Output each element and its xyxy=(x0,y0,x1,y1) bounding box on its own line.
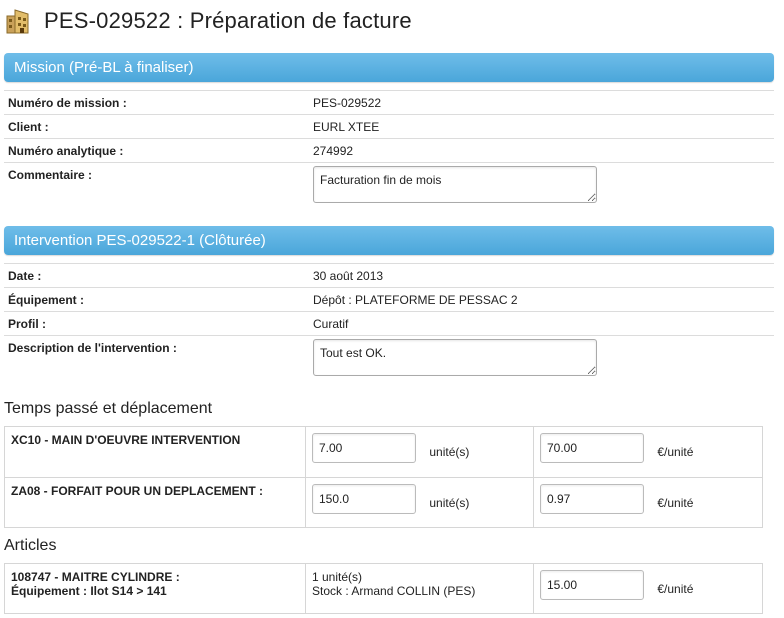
price-input[interactable] xyxy=(540,570,644,600)
mission-details-table: Numéro de mission : PES-029522 Client : … xyxy=(4,90,774,212)
page-header: PES-029522 : Préparation de facture xyxy=(4,4,412,38)
price-unit: €/unité xyxy=(657,445,694,459)
field-value: Dépôt : PLATEFORME DE PESSAC 2 xyxy=(309,287,774,312)
articles-table: 108747 - MAITRE CYLINDRE : Équipement : … xyxy=(4,563,763,614)
table-row: Date : 30 août 2013 xyxy=(4,263,774,288)
item-label: ZA08 - FORFAIT POUR UN DEPLACEMENT : xyxy=(4,477,306,528)
field-label: Date : xyxy=(4,263,309,288)
item-label: XC10 - MAIN D'OEUVRE INTERVENTION xyxy=(4,426,306,478)
field-label: Client : xyxy=(4,114,309,139)
description-textarea[interactable]: Tout est OK. xyxy=(313,339,597,376)
field-value: PES-029522 xyxy=(309,90,774,115)
page-title: PES-029522 : Préparation de facture xyxy=(44,8,412,33)
table-row: Numéro de mission : PES-029522 xyxy=(4,90,774,115)
table-row: Profil : Curatif xyxy=(4,311,774,336)
quantity-input[interactable] xyxy=(312,484,416,514)
price-unit: €/unité xyxy=(657,496,694,510)
table-row: 108747 - MAITRE CYLINDRE : Équipement : … xyxy=(4,563,763,614)
field-label: Description de l'intervention : xyxy=(4,335,309,385)
field-value: Curatif xyxy=(309,311,774,336)
quantity-unit: unité(s) xyxy=(429,496,470,510)
article-equipment: Équipement : Ilot S14 > 141 xyxy=(11,584,167,598)
time-table: XC10 - MAIN D'OEUVRE INTERVENTION unité(… xyxy=(4,426,763,528)
table-row: ZA08 - FORFAIT POUR UN DEPLACEMENT : uni… xyxy=(4,477,763,528)
article-stock: Stock : Armand COLLIN (PES) xyxy=(312,584,476,598)
intervention-details-table: Date : 30 août 2013 Équipement : Dépôt :… xyxy=(4,263,774,385)
article-label: 108747 - MAITRE CYLINDRE : xyxy=(11,570,180,584)
field-label: Commentaire : xyxy=(4,162,309,212)
price-unit: €/unité xyxy=(657,582,694,596)
table-row: Équipement : Dépôt : PLATEFORME DE PESSA… xyxy=(4,287,774,312)
time-section-title: Temps passé et déplacement xyxy=(4,400,213,417)
table-row: Description de l'intervention : Tout est… xyxy=(4,335,774,385)
quantity-input[interactable] xyxy=(312,433,416,463)
field-value: 274992 xyxy=(309,138,774,163)
field-value: 30 août 2013 xyxy=(309,263,774,288)
section-header-mission: Mission (Pré-BL à finaliser) xyxy=(4,53,774,82)
table-row: Numéro analytique : 274992 xyxy=(4,138,774,163)
quantity-unit: unité(s) xyxy=(429,445,470,459)
field-label: Numéro analytique : xyxy=(4,138,309,163)
field-value: EURL XTEE xyxy=(309,114,774,139)
building-icon xyxy=(4,6,34,36)
field-label: Profil : xyxy=(4,311,309,336)
field-label: Numéro de mission : xyxy=(4,90,309,115)
table-row: Commentaire : Facturation fin de mois xyxy=(4,162,774,212)
table-row: Client : EURL XTEE xyxy=(4,114,774,139)
articles-section-title: Articles xyxy=(4,537,57,554)
price-input[interactable] xyxy=(540,484,644,514)
table-row: XC10 - MAIN D'OEUVRE INTERVENTION unité(… xyxy=(4,426,763,478)
article-quantity: 1 unité(s) xyxy=(312,570,363,584)
comment-textarea[interactable]: Facturation fin de mois xyxy=(313,166,597,203)
field-label: Équipement : xyxy=(4,287,309,312)
section-header-intervention: Intervention PES-029522-1 (Clôturée) xyxy=(4,226,774,255)
price-input[interactable] xyxy=(540,433,644,463)
